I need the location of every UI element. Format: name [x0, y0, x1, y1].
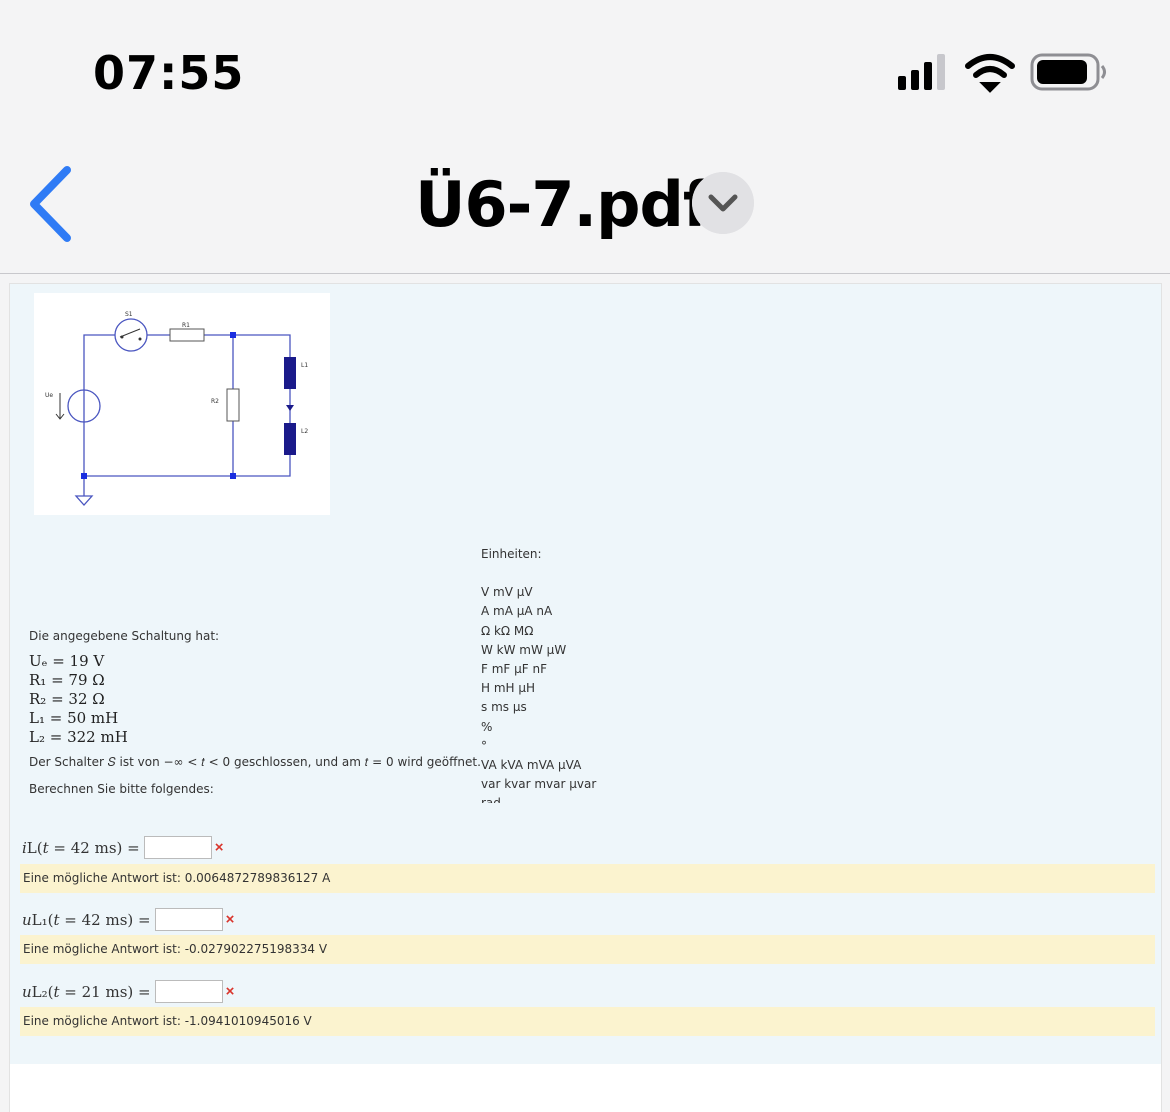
answer-input[interactable]	[154, 908, 223, 931]
given-values: Uₑ = 19 V R₁ = 79 Ω R₂ = 32 Ω L₁ = 50 mH…	[29, 652, 128, 747]
pdf-page: S1 R1 R2 L1 L2 Ue Einheiten: V mV µV A m…	[9, 283, 1162, 1112]
units-row: VA kVA mVA µVA	[481, 758, 582, 773]
exercise-panel: S1 R1 R2 L1 L2 Ue Einheiten: V mV µV A m…	[10, 284, 1161, 1064]
value-ue: Uₑ = 19 V	[29, 652, 105, 670]
units-row: W kW mW µW	[481, 642, 567, 657]
navigation-bar: Ü6-7.pdf	[0, 130, 1170, 274]
answer-hint: Eine mögliche Antwort ist: -1.0941010945…	[20, 1007, 1155, 1036]
units-row: Ω kΩ MΩ	[481, 623, 534, 638]
circuit-diagram: S1 R1 R2 L1 L2 Ue	[34, 293, 330, 515]
chevron-down-icon[interactable]	[692, 172, 754, 234]
answer-input[interactable]	[143, 836, 212, 859]
units-row: °	[481, 738, 487, 753]
switch-description: Der Schalter 𝑆 ist von −∞ < 𝑡 < 0 geschl…	[29, 755, 481, 769]
question-label: 𝑖L(𝑡 = 42 ms) =	[22, 838, 140, 857]
units-heading: Einheiten:	[481, 547, 542, 561]
label-l2: L2	[301, 428, 308, 435]
value-r1: R₁ = 79 Ω	[29, 671, 105, 689]
cellular-signal-icon	[898, 54, 945, 90]
intro-text: Die angegebene Schaltung hat:	[29, 629, 220, 643]
answer-input[interactable]	[154, 980, 223, 1003]
clock: 07:55	[93, 46, 245, 100]
wrong-mark-icon: ×	[225, 911, 235, 928]
question-row: 𝑖L(𝑡 = 42 ms) = ×	[22, 836, 223, 859]
document-title[interactable]: Ü6-7.pdf	[0, 168, 1170, 241]
question-row: 𝑢L₁(𝑡 = 42 ms) = ×	[22, 908, 234, 931]
units-row: s ms µs	[481, 700, 527, 715]
value-l2: L₂ = 322 mH	[29, 728, 128, 746]
units-row: V mV µV	[481, 585, 533, 600]
system-icons	[898, 53, 1106, 93]
wrong-mark-icon: ×	[225, 983, 235, 1000]
question-label: 𝑢L₁(𝑡 = 42 ms) =	[22, 910, 151, 929]
units-row: H mH µH	[481, 681, 536, 696]
label-l1: L1	[301, 362, 308, 369]
task-text: Berechnen Sie bitte folgendes:	[29, 782, 214, 796]
units-list: Einheiten: V mV µV A mA µA nA Ω kΩ MΩ W …	[481, 545, 621, 803]
units-row: var kvar mvar µvar	[481, 777, 597, 792]
wrong-mark-icon: ×	[214, 839, 224, 856]
answer-hint: Eine mögliche Antwort ist: -0.0279022751…	[20, 935, 1155, 964]
wifi-icon	[965, 54, 1015, 93]
units-row: %	[481, 719, 493, 734]
status-bar: 07:55	[0, 0, 1170, 130]
battery-icon	[1030, 53, 1106, 91]
units-row: F mF µF nF	[481, 662, 547, 677]
units-row: A mA µA nA	[481, 604, 553, 619]
value-r2: R₂ = 32 Ω	[29, 690, 105, 708]
question-label: 𝑢L₂(𝑡 = 21 ms) =	[22, 982, 151, 1001]
answer-hint: Eine mögliche Antwort ist: 0.00648727898…	[20, 864, 1155, 893]
units-row: rad	[481, 794, 621, 803]
label-r2: R2	[211, 398, 219, 405]
label-r1: R1	[182, 322, 190, 329]
label-s1: S1	[125, 311, 133, 318]
value-l1: L₁ = 50 mH	[29, 709, 119, 727]
label-ue: Ue	[45, 392, 53, 399]
question-row: 𝑢L₂(𝑡 = 21 ms) = ×	[22, 980, 234, 1003]
